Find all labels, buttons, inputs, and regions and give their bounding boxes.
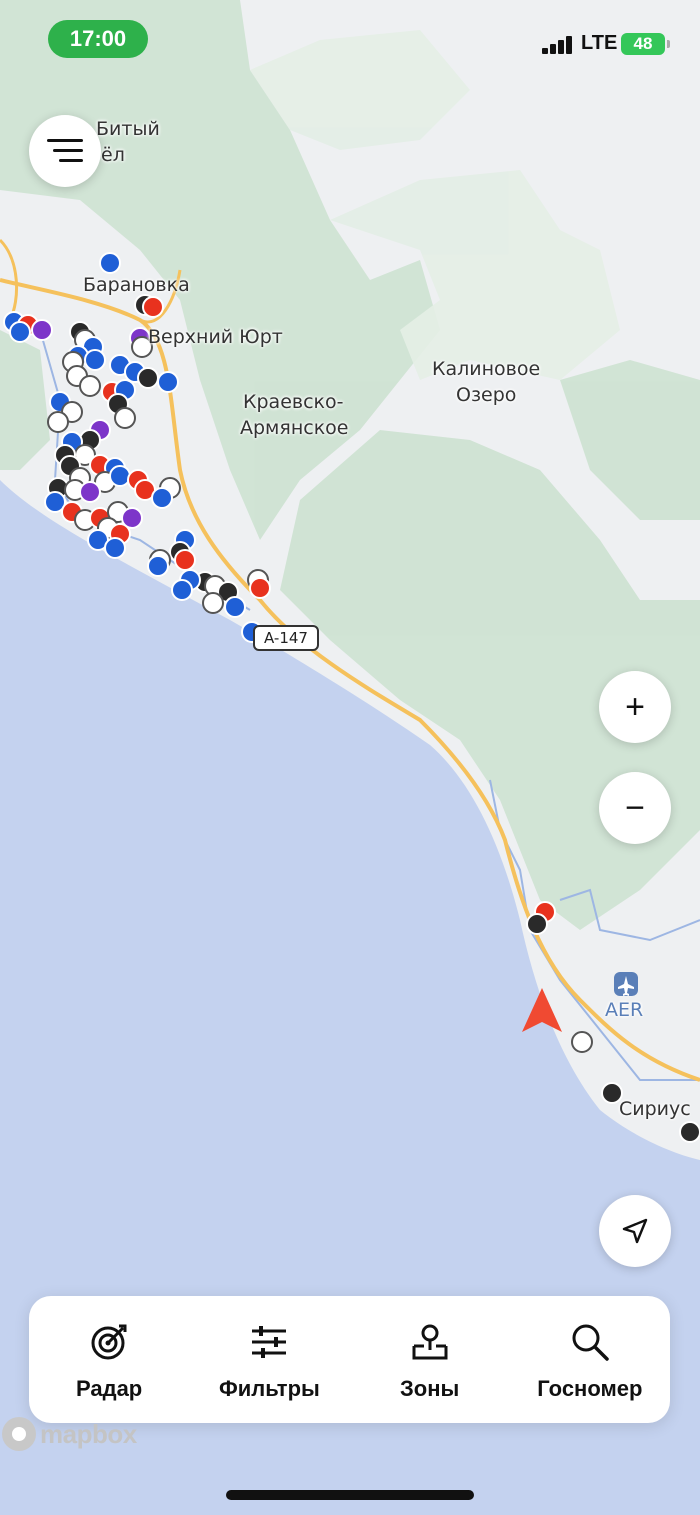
cellular-signal-icon [542,34,578,54]
camera-marker[interactable] [9,321,31,343]
camera-marker[interactable] [571,1031,593,1053]
camera-marker[interactable] [104,537,126,559]
place-label-baranovka: Барановка [83,274,190,296]
camera-marker[interactable] [109,465,131,487]
camera-marker[interactable] [171,579,193,601]
tab-zones[interactable]: Зоны [350,1296,510,1423]
place-label-kalinovoe: Калиновое [432,358,541,380]
camera-marker[interactable] [249,577,271,599]
tab-plate[interactable]: Госномер [510,1296,670,1423]
mapbox-logo[interactable]: mapbox [2,1417,137,1451]
network-type: LTE [581,32,618,54]
battery-icon: 48 [621,33,670,55]
camera-marker[interactable] [99,252,121,274]
place-label-sirius: Сириус [619,1098,691,1120]
tab-filters[interactable]: Фильтры [189,1296,349,1423]
camera-marker[interactable] [224,596,246,618]
camera-marker[interactable] [137,367,159,389]
camera-marker[interactable] [526,913,548,935]
road-shield-a147: A-147 [253,625,319,651]
camera-marker[interactable] [84,349,106,371]
zoom-out-button[interactable]: − [599,772,671,844]
location-pin-icon [412,1324,448,1360]
place-label-bityy: Битый [96,118,160,140]
radar-icon [91,1324,127,1360]
map-canvas[interactable] [0,0,700,1515]
place-label-ozero: Озеро [456,384,517,406]
place-label-kraevsko: Краевско- [243,391,344,413]
camera-marker[interactable] [47,411,69,433]
tab-filters-label: Фильтры [218,1376,320,1401]
search-icon [572,1324,609,1361]
place-label-bityy-2: ёл [101,144,125,166]
mapbox-mark-icon [2,1417,36,1451]
home-indicator [226,1490,474,1500]
place-label-aer: AER [605,999,644,1021]
camera-marker[interactable] [174,549,196,571]
tab-plate-label: Госномер [537,1376,643,1401]
bottom-navigation: Радар Фильтры Зоны Госномер [29,1296,670,1423]
status-time: 17:00 [48,20,148,58]
place-label-armyanskoe: Армянское [240,417,349,439]
locate-me-button[interactable] [599,1195,671,1267]
camera-marker[interactable] [79,375,101,397]
zoom-in-button[interactable]: + [599,671,671,743]
camera-marker[interactable] [31,319,53,341]
menu-button[interactable] [29,115,101,187]
camera-marker[interactable] [157,371,179,393]
airport-icon [614,972,638,996]
camera-marker[interactable] [142,296,164,318]
camera-marker[interactable] [79,481,101,503]
navigation-arrow-icon [622,1218,648,1244]
tab-radar[interactable]: Радар [29,1296,189,1423]
place-label-verkhniy-yurt: Верхний Юрт [148,326,283,348]
camera-marker[interactable] [202,592,224,614]
camera-marker[interactable] [114,407,136,429]
camera-marker[interactable] [679,1121,700,1143]
camera-marker[interactable] [147,555,169,577]
sliders-icon [252,1326,287,1358]
tab-zones-label: Зоны [399,1376,460,1401]
tab-radar-label: Радар [75,1376,143,1401]
camera-marker[interactable] [151,487,173,509]
hamburger-icon [47,139,83,163]
mapbox-wordmark: mapbox [40,1418,137,1449]
